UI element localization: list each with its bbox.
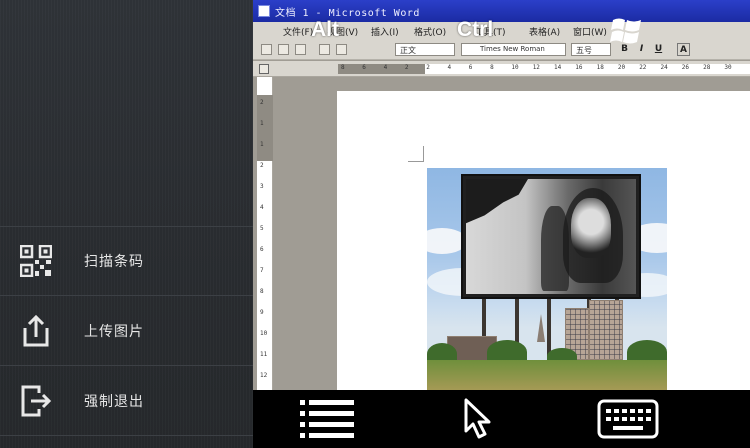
font-value: Times New Roman [480,45,545,53]
save-icon[interactable] [295,44,306,55]
font-size-value: 五号 [576,46,592,55]
ctrl-key-button[interactable]: Ctrl [457,18,493,42]
vertical-ruler: 2112345678910111213 [257,77,273,390]
upload-icon [19,314,53,348]
print-icon[interactable] [319,44,330,55]
print-preview-icon[interactable] [336,44,347,55]
menu-format[interactable]: 格式(O) [414,25,446,38]
ruler-number: 16 [575,64,583,71]
menu-item-force-exit[interactable]: 强制退出 [0,366,253,436]
menu-item-scan-barcode[interactable]: 扫描条码 [0,226,253,296]
menu-table[interactable]: 表格(A) [529,25,560,38]
ruler-number: 18 [596,64,604,71]
pointer-cursor-icon[interactable] [453,396,503,442]
bottom-control-bar [253,390,750,448]
ruler-number: 24 [660,64,668,71]
ruler-number: 1 [260,120,264,127]
ruler-number: 11 [260,351,268,358]
menu-label-exit: 强制退出 [84,393,144,410]
keyboard-icon[interactable] [593,396,663,442]
formatting-toolbar: 正文 Times New Roman 五号 B I U A [253,40,750,60]
ruler-number: 2 [260,162,264,169]
ruler-number: 9 [260,309,264,316]
ruler-number: 8 [260,288,264,295]
ruler-number: 2 [426,64,430,71]
menu-label-upload: 上传图片 [84,323,144,340]
menu-window[interactable]: 窗口(W) [573,25,607,38]
ruler-number: 6 [260,246,264,253]
ruler-number: 7 [260,267,264,274]
style-select[interactable]: 正文 [395,43,455,56]
document-page[interactable] [337,91,750,390]
ruler-number: 8 [490,64,494,71]
ruler-number: 28 [703,64,711,71]
windows-logo-icon[interactable] [610,14,644,48]
menu-insert[interactable]: 插入(I) [371,25,399,38]
ruler-number: 5 [260,225,264,232]
menu-item-upload-image[interactable]: 上传图片 [0,296,253,366]
open-folder-icon[interactable] [278,44,289,55]
horizontal-ruler: 8 6 4 2 2 4 6 8 10 12 14 16 18 20 22 24 26 28 30 [253,61,750,77]
ruler-number: 26 [681,64,690,71]
font-select[interactable]: Times New Roman [461,43,566,56]
alt-key-button[interactable]: Alt [311,18,339,42]
billboard [461,174,641,299]
ruler-number: 1 [260,141,264,148]
new-document-icon[interactable] [261,44,272,55]
ruler-number: 2 [260,99,264,106]
font-color-button[interactable]: A [677,43,690,56]
tab-stop-selector[interactable] [259,64,269,74]
ruler-number: 20 [617,64,626,71]
ruler-number: 2 [404,64,409,71]
window-title: 文档 1 - Microsoft Word [275,8,420,19]
ruler-number: 6 [468,64,473,71]
underline-button[interactable]: U [652,43,665,56]
ruler-number: 8 [341,64,345,71]
margin-corner-mark [408,146,424,162]
ruler-number: 3 [260,183,264,190]
word-app-icon [258,5,270,17]
menu-lines-icon[interactable] [297,396,357,442]
side-menu: 扫描条码 上传图片 强制退出 [0,0,253,448]
ruler-number: 6 [362,64,366,71]
ruler-number: 30 [724,64,732,71]
ruler-number: 4 [383,64,388,71]
ruler-number: 10 [260,330,268,337]
exit-icon [19,384,53,418]
ruler-number: 12 [260,372,268,379]
style-value: 正文 [400,46,416,55]
ruler-number: 4 [260,204,264,211]
font-size-select[interactable]: 五号 [571,43,611,56]
ruler-number: 4 [447,64,452,71]
billboard-photo[interactable] [427,168,667,390]
menu-label-scan: 扫描条码 [84,254,144,270]
ruler-number: 10 [511,64,519,71]
ruler-number: 12 [532,64,540,71]
ruler-number: 14 [554,64,562,71]
remote-desktop-view[interactable]: 文档 1 - Microsoft Word 文件(F) 视图(V) 插入(I) … [253,0,750,390]
ruler-number: 22 [639,64,647,71]
qr-code-icon [19,244,53,278]
menu-file[interactable]: 文件(F) [283,25,313,38]
